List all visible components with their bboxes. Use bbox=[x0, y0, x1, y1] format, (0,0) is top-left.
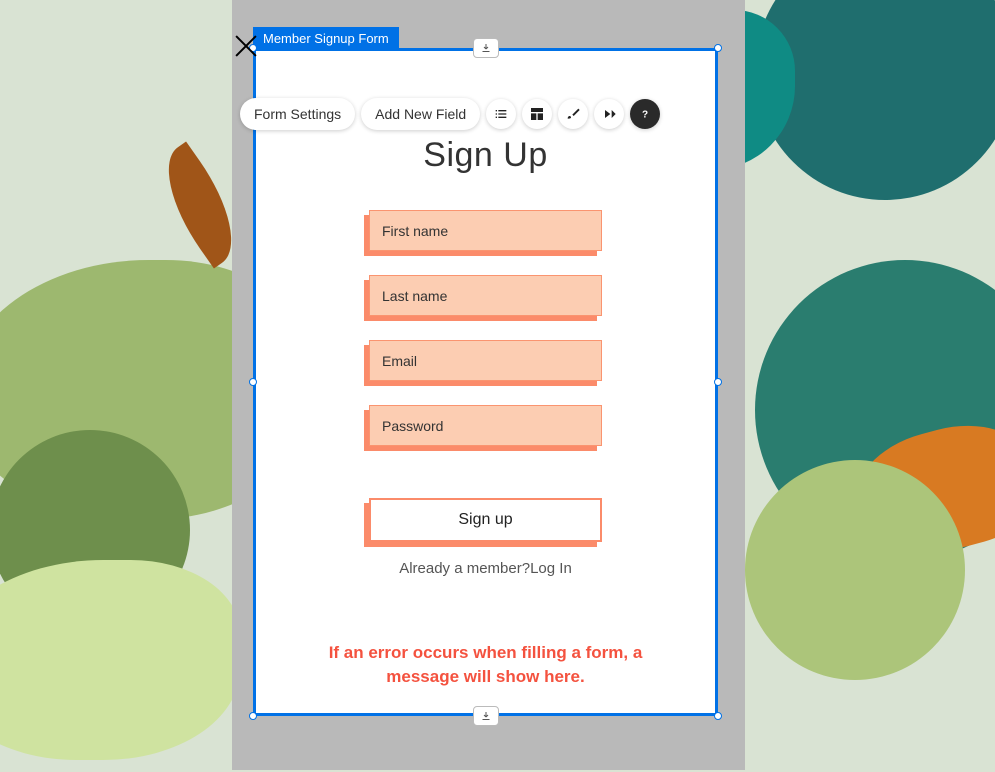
already-member-row: Already a member?Log In bbox=[399, 560, 572, 577]
layout-button[interactable] bbox=[522, 99, 552, 129]
animation-icon bbox=[601, 106, 617, 122]
first-name-field-wrap bbox=[369, 210, 602, 251]
element-toolbar: Form Settings Add New Field ? bbox=[240, 98, 660, 130]
help-icon: ? bbox=[637, 106, 653, 122]
selection-label: Member Signup Form bbox=[253, 27, 399, 50]
email-field-wrap bbox=[369, 340, 602, 381]
password-input[interactable] bbox=[369, 405, 602, 446]
manage-fields-button[interactable] bbox=[486, 99, 516, 129]
brush-icon bbox=[565, 106, 581, 122]
svg-text:?: ? bbox=[642, 109, 648, 120]
list-icon bbox=[493, 106, 509, 122]
last-name-input[interactable] bbox=[369, 275, 602, 316]
layout-icon bbox=[529, 106, 545, 122]
close-icon[interactable] bbox=[232, 32, 260, 60]
form-settings-button[interactable]: Form Settings bbox=[240, 98, 355, 130]
add-new-field-button[interactable]: Add New Field bbox=[361, 98, 480, 130]
download-icon bbox=[480, 42, 492, 54]
resize-handle-br[interactable] bbox=[714, 712, 722, 720]
resize-handle-r[interactable] bbox=[714, 378, 722, 386]
resize-handle-l[interactable] bbox=[249, 378, 257, 386]
download-icon bbox=[480, 710, 492, 722]
selection-frame[interactable]: Member Signup Form Sign Up Sign up Alrea… bbox=[253, 48, 718, 716]
already-member-text: Already a member? bbox=[399, 560, 530, 577]
resize-handle-tr[interactable] bbox=[714, 44, 722, 52]
add-section-above-button[interactable] bbox=[473, 38, 499, 58]
error-message: If an error occurs when filling a form, … bbox=[306, 641, 666, 689]
login-link[interactable]: Log In bbox=[530, 560, 572, 577]
form-title: Sign Up bbox=[423, 136, 547, 175]
email-input[interactable] bbox=[369, 340, 602, 381]
resize-handle-bl[interactable] bbox=[249, 712, 257, 720]
signup-button[interactable]: Sign up bbox=[369, 498, 602, 542]
add-section-below-button[interactable] bbox=[473, 706, 499, 726]
last-name-field-wrap bbox=[369, 275, 602, 316]
first-name-input[interactable] bbox=[369, 210, 602, 251]
submit-button-wrap: Sign up bbox=[369, 498, 602, 542]
animation-button[interactable] bbox=[594, 99, 624, 129]
password-field-wrap bbox=[369, 405, 602, 446]
signup-form-card: Sign Up Sign up Already a member?Log In … bbox=[256, 51, 715, 713]
help-button[interactable]: ? bbox=[630, 99, 660, 129]
design-button[interactable] bbox=[558, 99, 588, 129]
